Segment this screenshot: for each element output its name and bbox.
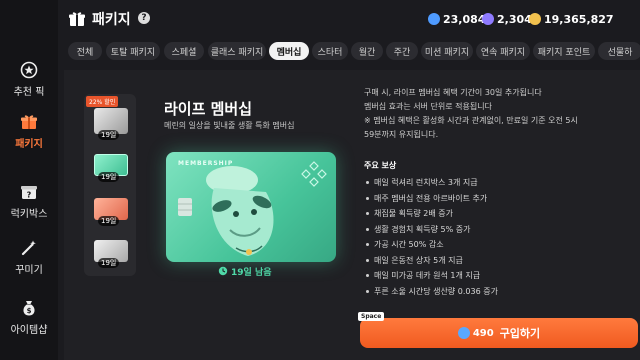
tab-monthly[interactable]: 월간: [351, 42, 383, 60]
blue-gem-icon: [428, 13, 440, 25]
remaining-duration: 19일 남음: [218, 264, 272, 278]
gift-icon: [69, 12, 85, 26]
purchase-button[interactable]: 490 구입하기: [360, 318, 638, 348]
tab-starter[interactable]: 스타터: [312, 42, 348, 60]
tab-weekly[interactable]: 주간: [386, 42, 418, 60]
reward-item: 매일 럭셔리 런치박스 3개 지급: [366, 175, 596, 191]
header: 패키지 ? 23,084 2,304 19,365,827: [58, 0, 640, 38]
purple-gem-icon: [482, 13, 494, 25]
description-line: 59분까지 유지됩니다.: [364, 130, 439, 139]
sidebar: 추천 픽 패키지 ? 럭키박스 꾸미기 $ 아이템샵: [0, 0, 58, 360]
reward-item: 매일 미가공 데카 원석 1개 지급: [366, 268, 596, 284]
svg-text:?: ?: [27, 190, 32, 199]
rewards-title: 주요 보상: [364, 161, 397, 170]
sidebar-item-itemshop[interactable]: $ 아이템샵: [0, 292, 58, 342]
lucky-box-icon: ?: [21, 185, 37, 199]
package-icon: [21, 114, 37, 129]
purchase-label: 구입하기: [499, 327, 541, 340]
reward-item: 매주 멤버십 전용 아르바이트 추가: [366, 191, 596, 207]
sidebar-item-label: 꾸미기: [15, 264, 43, 276]
sidebar-item-label: 럭키박스: [10, 208, 48, 220]
currency-gold-coin: 19,365,827: [529, 11, 614, 27]
magic-wand-icon: [21, 240, 36, 255]
thumbnail-duration-badge: 19일: [98, 130, 120, 140]
currency-value: 19,365,827: [544, 12, 614, 26]
description-line: ※ 멤버십 혜택은 활성화 시간과 관계없이, 만료일 기준 오전 5시: [364, 116, 578, 125]
currency-value: 2,304: [497, 12, 532, 26]
tab-gift[interactable]: 선물하: [598, 42, 640, 60]
reward-item: 매일 은동전 상자 5개 지급: [366, 253, 596, 269]
money-bag-icon: $: [23, 300, 35, 315]
description-line: 구매 시, 라이프 멤버십 혜택 기간이 30일 추가됩니다: [364, 88, 542, 97]
page-title: 패키지: [92, 12, 131, 28]
tab-class-package[interactable]: 클래스 패키지: [208, 42, 266, 60]
keyboard-shortcut-hint: Space: [358, 312, 385, 321]
thumbnail-duration-badge: 19일: [98, 258, 120, 268]
reward-item: 생활 경험치 획득량 5% 증가: [366, 222, 596, 238]
sidebar-item-label: 아이템샵: [10, 324, 48, 336]
tab-all[interactable]: 전체: [68, 42, 102, 60]
reward-item: 가공 시간 50% 감소: [366, 237, 596, 253]
thumbnail-duration-badge: 19일: [98, 216, 120, 226]
reward-item: 채집물 획득량 2배 증가: [366, 206, 596, 222]
sidebar-item-label: 추천 픽: [13, 86, 45, 98]
help-icon[interactable]: ?: [138, 12, 150, 24]
sale-badge: 22% 할인: [86, 96, 119, 107]
tab-mission-package[interactable]: 미션 패키지: [421, 42, 473, 60]
sidebar-item-recommended[interactable]: 추천 픽: [0, 54, 58, 104]
gold-coin-icon: [529, 13, 541, 25]
category-tabs: 전체 토탈 패키지 스페셜 클래스 패키지 멤버십 스타터 월간 주간 미션 패…: [58, 38, 640, 64]
sidebar-item-label: 패키지: [15, 138, 43, 150]
tab-special[interactable]: 스페셜: [164, 42, 204, 60]
sidebar-item-decorate[interactable]: 꾸미기: [0, 232, 58, 282]
rewards-list: 매일 럭셔리 런치박스 3개 지급 매주 멤버십 전용 아르바이트 추가 채집물…: [366, 175, 596, 299]
package-subtitle: 메린의 일상을 빛내줄 생활 특화 멤버십: [164, 121, 295, 130]
membership-card: MEMBERSHIP: [166, 152, 336, 262]
tab-package-points[interactable]: 패키지 포인트: [533, 42, 595, 60]
package-title: 라이프 멤버십: [164, 100, 253, 118]
sidebar-item-package[interactable]: 패키지: [0, 106, 58, 156]
svg-text:$: $: [27, 307, 32, 315]
tab-membership[interactable]: 멤버십: [269, 42, 309, 60]
currency-blue-gem: 23,084: [428, 11, 485, 27]
blue-gem-icon: [457, 327, 470, 339]
tab-total-package[interactable]: 토탈 패키지: [106, 42, 160, 60]
currency-purple-gem: 2,304: [482, 11, 532, 27]
currency-value: 23,084: [443, 12, 486, 26]
purchase-price: 490: [472, 327, 494, 339]
clock-icon: [218, 266, 228, 276]
sidebar-item-luckybox[interactable]: ? 럭키박스: [0, 176, 58, 226]
reward-item: 푸른 소울 시간당 생산량 0.036 증가: [366, 284, 596, 300]
thumbnail-duration-badge: 19일: [98, 172, 120, 182]
tab-streak-package[interactable]: 연속 패키지: [476, 42, 530, 60]
package-description: 구매 시, 라이프 멤버십 혜택 기간이 30일 추가됩니다 멤버십 효과는 서…: [364, 86, 594, 142]
remaining-text: 19일 남음: [231, 267, 272, 278]
description-line: 멤버십 효과는 서버 단위로 적용됩니다: [364, 102, 492, 111]
star-badge-icon: [20, 61, 38, 78]
sheep-illustration: [178, 161, 327, 256]
